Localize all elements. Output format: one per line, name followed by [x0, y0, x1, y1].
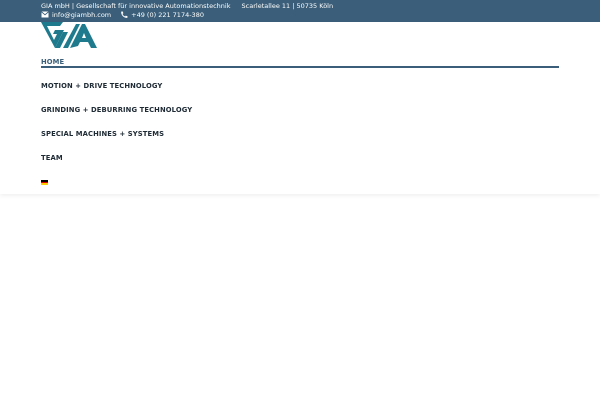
envelope-icon [41, 11, 50, 19]
company-address: Scarletallee 11 | 50735 Köln [241, 2, 334, 10]
site-header: HOME MOTION + DRIVE TECHNOLOGY GRINDING … [0, 22, 600, 194]
contact-info: info@giambh.com +49 (0) 221 7174-380 [41, 10, 204, 20]
email-link[interactable]: info@giambh.com [52, 10, 111, 20]
nav-item-motion-drive-technology[interactable]: MOTION + DRIVE TECHNOLOGY [41, 82, 162, 90]
german-flag-icon[interactable] [41, 180, 48, 185]
nav-item-team[interactable]: TEAM [41, 154, 63, 162]
gia-logo[interactable] [41, 22, 97, 48]
top-info-bar: GIA mbH | Gesellschaft für innovative Au… [0, 0, 600, 22]
active-nav-underline [41, 66, 559, 68]
nav-item-home[interactable]: HOME [41, 58, 64, 66]
phone-group: +49 (0) 221 7174-380 [120, 10, 204, 20]
phone-link[interactable]: +49 (0) 221 7174-380 [131, 10, 204, 20]
phone-icon [120, 11, 129, 19]
nav-item-special-machines-systems[interactable]: SPECIAL MACHINES + SYSTEMS [41, 130, 164, 138]
company-name: GIA mbH | Gesellschaft für innovative Au… [41, 2, 231, 10]
nav-item-grinding-deburring-technology[interactable]: GRINDING + DEBURRING TECHNOLOGY [41, 106, 192, 114]
logo-mark [41, 22, 97, 48]
